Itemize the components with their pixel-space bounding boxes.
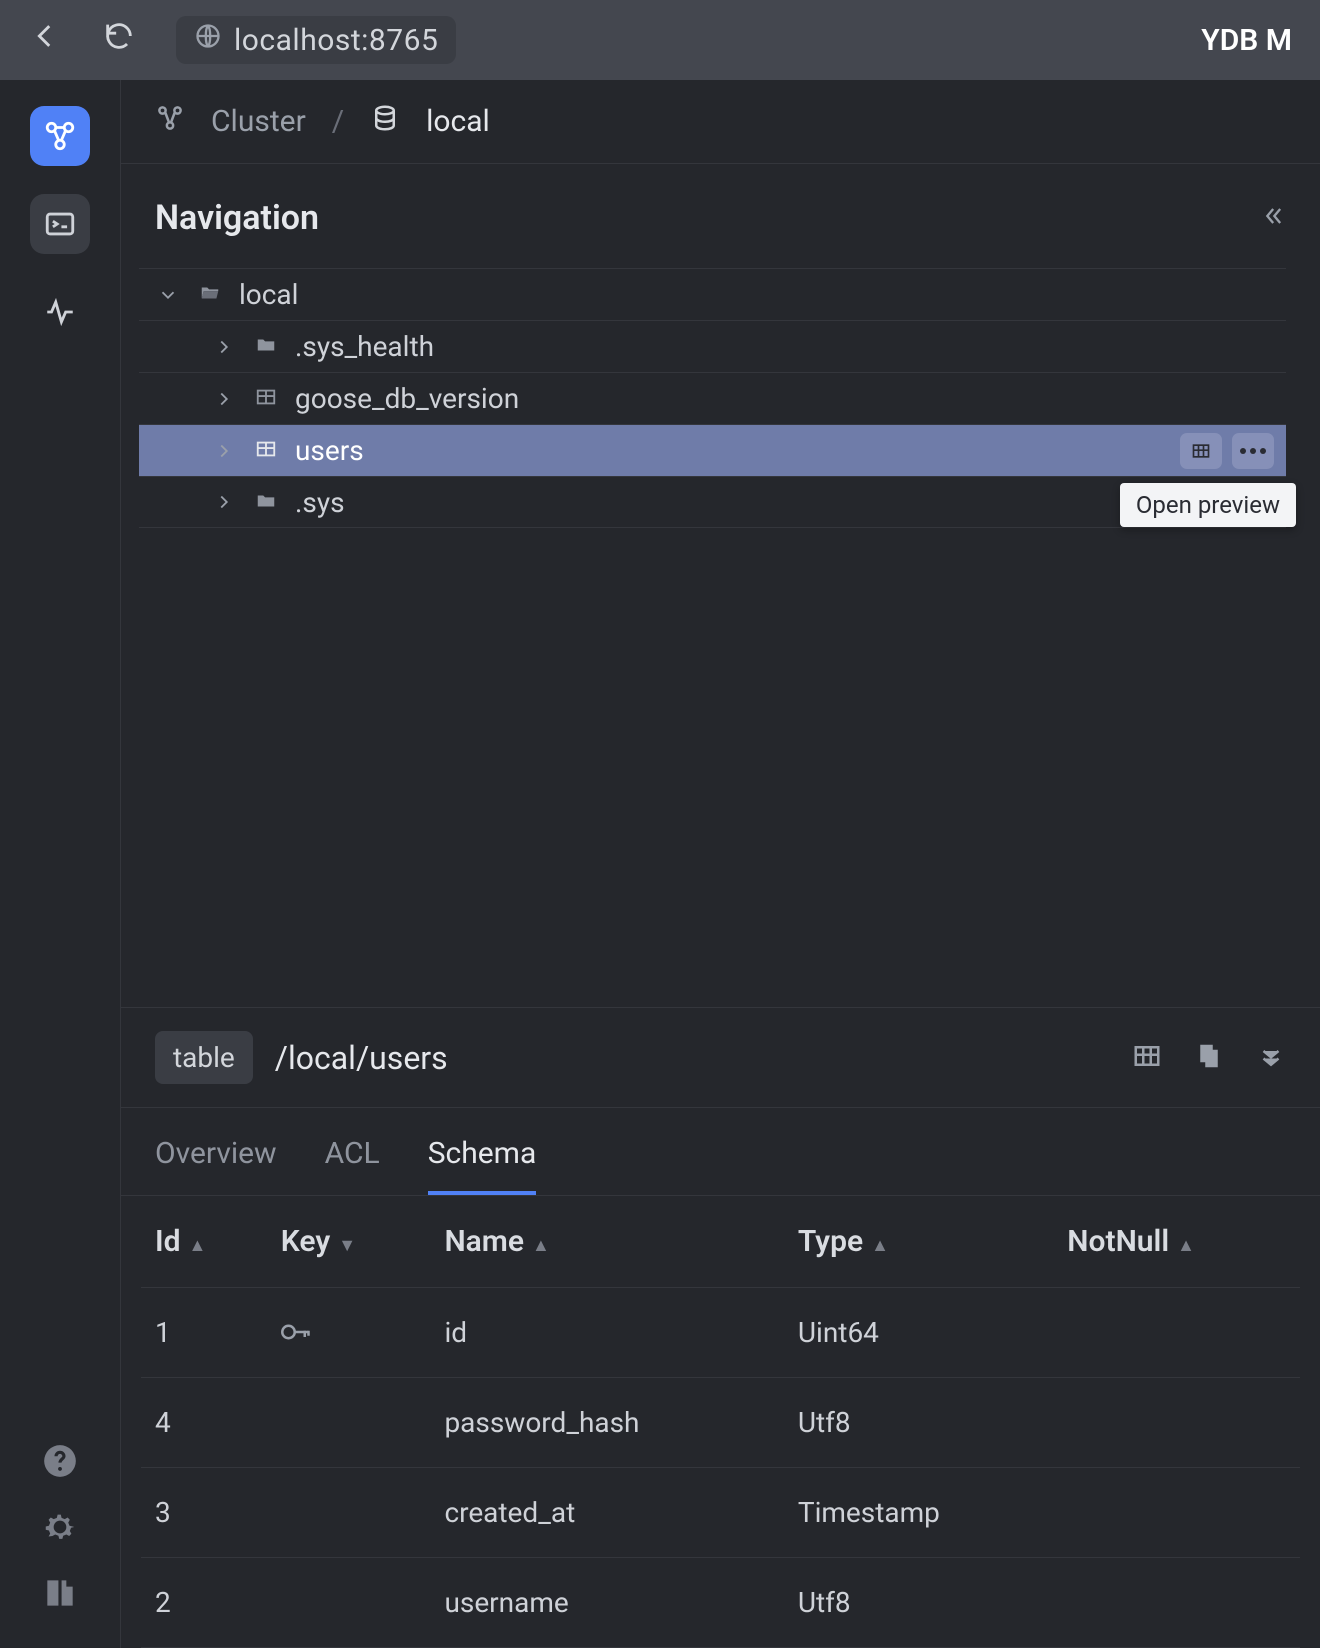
- rail-query-console[interactable]: [30, 194, 90, 254]
- cell-type: Uint64: [784, 1288, 1053, 1378]
- chevron-right-icon: [211, 440, 237, 462]
- cell-notnull: [1053, 1468, 1300, 1558]
- navigation-panel: Navigation local .sys_health: [121, 164, 1320, 1008]
- cell-key: [267, 1288, 431, 1378]
- browser-bar: localhost:8765 YDB M: [0, 0, 1320, 80]
- cell-name: password_hash: [430, 1378, 783, 1468]
- key-icon: [281, 1316, 311, 1349]
- page-title: YDB M: [1201, 23, 1292, 58]
- cell-id: 3: [141, 1468, 267, 1558]
- cell-id: 1: [141, 1288, 267, 1378]
- chevron-right-icon: [211, 388, 237, 410]
- table-row: 1 idUint64: [141, 1288, 1300, 1378]
- cell-name: created_at: [430, 1468, 783, 1558]
- collapse-panel-button[interactable]: [1258, 202, 1286, 234]
- cell-type: Utf8: [784, 1378, 1053, 1468]
- cell-key: [267, 1378, 431, 1468]
- tree-item-selected[interactable]: users Open preview: [139, 424, 1286, 476]
- open-preview-button[interactable]: [1180, 433, 1222, 469]
- cell-name: id: [430, 1288, 783, 1378]
- col-name[interactable]: Name▲: [430, 1196, 783, 1288]
- tree-item-label: .sys: [295, 486, 345, 519]
- table-icon: [253, 434, 279, 467]
- chevron-down-icon: [155, 284, 181, 306]
- cell-name: username: [430, 1558, 783, 1648]
- expand-down-icon[interactable]: [1256, 1041, 1286, 1075]
- side-rail: [0, 80, 120, 1648]
- object-type-badge: table: [155, 1031, 253, 1084]
- cell-key: [267, 1558, 431, 1648]
- preview-grid-icon[interactable]: [1132, 1041, 1162, 1075]
- cell-notnull: [1053, 1378, 1300, 1468]
- breadcrumb-cluster[interactable]: Cluster: [211, 104, 306, 139]
- tab-schema[interactable]: Schema: [428, 1136, 537, 1195]
- tree-item[interactable]: .sys: [139, 476, 1286, 528]
- cell-key: [267, 1468, 431, 1558]
- database-icon: [370, 103, 400, 141]
- rail-monitoring[interactable]: [30, 282, 90, 342]
- tab-acl[interactable]: ACL: [325, 1136, 380, 1195]
- tree-root-label: local: [239, 278, 298, 311]
- table-row: 3 created_atTimestamp: [141, 1468, 1300, 1558]
- tree-item-label: .sys_health: [295, 330, 434, 363]
- settings-icon[interactable]: [41, 1508, 79, 1550]
- folder-icon: [253, 330, 279, 363]
- cell-id: 2: [141, 1558, 267, 1648]
- address-bar[interactable]: localhost:8765: [176, 16, 456, 64]
- back-button[interactable]: [28, 19, 62, 61]
- chevron-right-icon: [211, 491, 237, 513]
- table-row: 4 password_hashUtf8: [141, 1378, 1300, 1468]
- cluster-icon: [155, 103, 185, 141]
- col-type[interactable]: Type▲: [784, 1196, 1053, 1288]
- table-icon: [253, 382, 279, 415]
- help-icon[interactable]: [41, 1442, 79, 1484]
- tree-root[interactable]: local: [139, 268, 1286, 320]
- col-id[interactable]: Id▲: [141, 1196, 267, 1288]
- breadcrumb: Cluster / local: [121, 80, 1320, 164]
- logout-icon[interactable]: [41, 1574, 79, 1616]
- cell-notnull: [1053, 1288, 1300, 1378]
- chevron-right-icon: [211, 336, 237, 358]
- rail-cluster[interactable]: [30, 106, 90, 166]
- schema-table: Id▲ Key▼ Name▲ Type▲ NotNull▲ 1idUint644…: [141, 1196, 1300, 1648]
- tree-item-label: users: [295, 434, 364, 467]
- col-notnull[interactable]: NotNull▲: [1053, 1196, 1300, 1288]
- tree-item-label: goose_db_version: [295, 382, 519, 415]
- navigation-title: Navigation: [155, 198, 319, 238]
- tooltip: Open preview: [1120, 483, 1296, 527]
- table-row: 2 usernameUtf8: [141, 1558, 1300, 1648]
- cell-id: 4: [141, 1378, 267, 1468]
- col-key[interactable]: Key▼: [267, 1196, 431, 1288]
- cell-notnull: [1053, 1558, 1300, 1648]
- table-head-row: Id▲ Key▼ Name▲ Type▲ NotNull▲: [141, 1196, 1300, 1288]
- object-path: /local/users: [275, 1039, 448, 1077]
- tree-item[interactable]: goose_db_version: [139, 372, 1286, 424]
- more-actions-button[interactable]: [1232, 433, 1274, 469]
- object-header: table /local/users: [121, 1008, 1320, 1108]
- tab-overview[interactable]: Overview: [155, 1136, 277, 1195]
- url-text: localhost:8765: [234, 23, 438, 58]
- object-tree: local .sys_health goose_db_version users: [139, 268, 1286, 528]
- cell-type: Utf8: [784, 1558, 1053, 1648]
- tabs: Overview ACL Schema: [121, 1108, 1320, 1196]
- copy-path-icon[interactable]: [1194, 1041, 1224, 1075]
- tree-item[interactable]: .sys_health: [139, 320, 1286, 372]
- reload-button[interactable]: [102, 19, 136, 61]
- folder-open-icon: [197, 278, 223, 311]
- schema-table-wrap: Id▲ Key▼ Name▲ Type▲ NotNull▲ 1idUint644…: [121, 1196, 1320, 1648]
- breadcrumb-sep: /: [332, 104, 344, 139]
- folder-icon: [253, 486, 279, 519]
- breadcrumb-db[interactable]: local: [426, 104, 490, 139]
- globe-icon: [194, 22, 222, 58]
- cell-type: Timestamp: [784, 1468, 1053, 1558]
